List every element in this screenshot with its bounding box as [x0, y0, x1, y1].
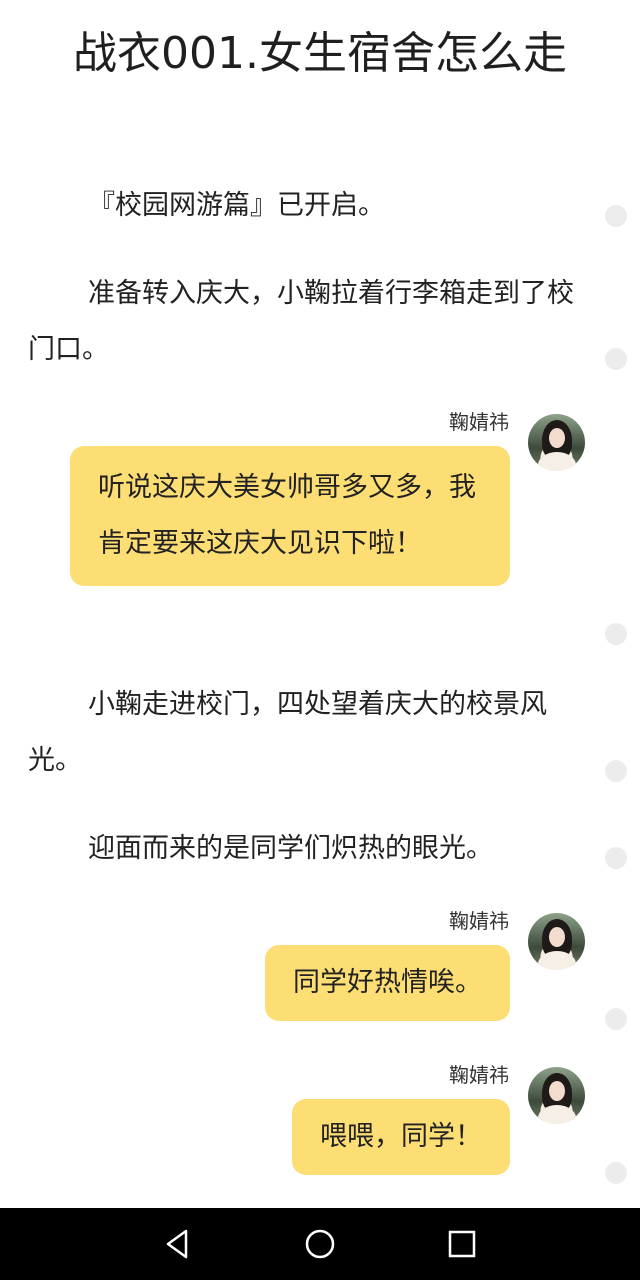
comment-dot-icon[interactable]: [605, 205, 627, 227]
chapter-title: 战衣001.女生宿舍怎么走: [73, 28, 567, 79]
system-navigation-bar: [0, 1208, 640, 1280]
chat-bubble: 喂喂，同学！: [292, 1099, 510, 1175]
comment-dot-icon[interactable]: [605, 847, 627, 869]
home-button[interactable]: [302, 1226, 338, 1262]
chat-bubble: 听说这庆大美女帅哥多又多，我肯定要来这庆大见识下啦！: [70, 446, 510, 586]
circle-home-icon: [305, 1229, 335, 1259]
story-paragraph-4: 迎面而来的是同学们炽热的眼光。: [88, 833, 493, 864]
comment-dot-icon[interactable]: [605, 623, 627, 645]
chat-bubble: 同学好热情唉。: [265, 945, 510, 1021]
square-recent-icon: [448, 1230, 476, 1258]
recent-apps-button[interactable]: [444, 1226, 480, 1262]
message-sender-name: 鞠婧祎: [449, 410, 509, 434]
avatar[interactable]: [528, 414, 585, 471]
comment-dot-icon[interactable]: [605, 348, 627, 370]
message-sender-name: 鞠婧祎: [449, 1063, 509, 1087]
story-paragraph-3: 小鞠走进校门，四处望着庆大的校景风光。: [28, 689, 547, 776]
comment-dot-icon[interactable]: [605, 1162, 627, 1184]
story-paragraph-1: 『校园网游篇』已开启。: [88, 190, 385, 221]
avatar[interactable]: [528, 1067, 585, 1124]
message-sender-name: 鞠婧祎: [449, 909, 509, 933]
back-button[interactable]: [160, 1226, 196, 1262]
comment-dot-icon[interactable]: [605, 760, 627, 782]
story-paragraph-2: 准备转入庆大，小鞠拉着行李箱走到了校门口。: [28, 278, 574, 365]
avatar[interactable]: [528, 913, 585, 970]
comment-dot-icon[interactable]: [605, 1008, 627, 1030]
triangle-back-icon: [166, 1229, 188, 1259]
